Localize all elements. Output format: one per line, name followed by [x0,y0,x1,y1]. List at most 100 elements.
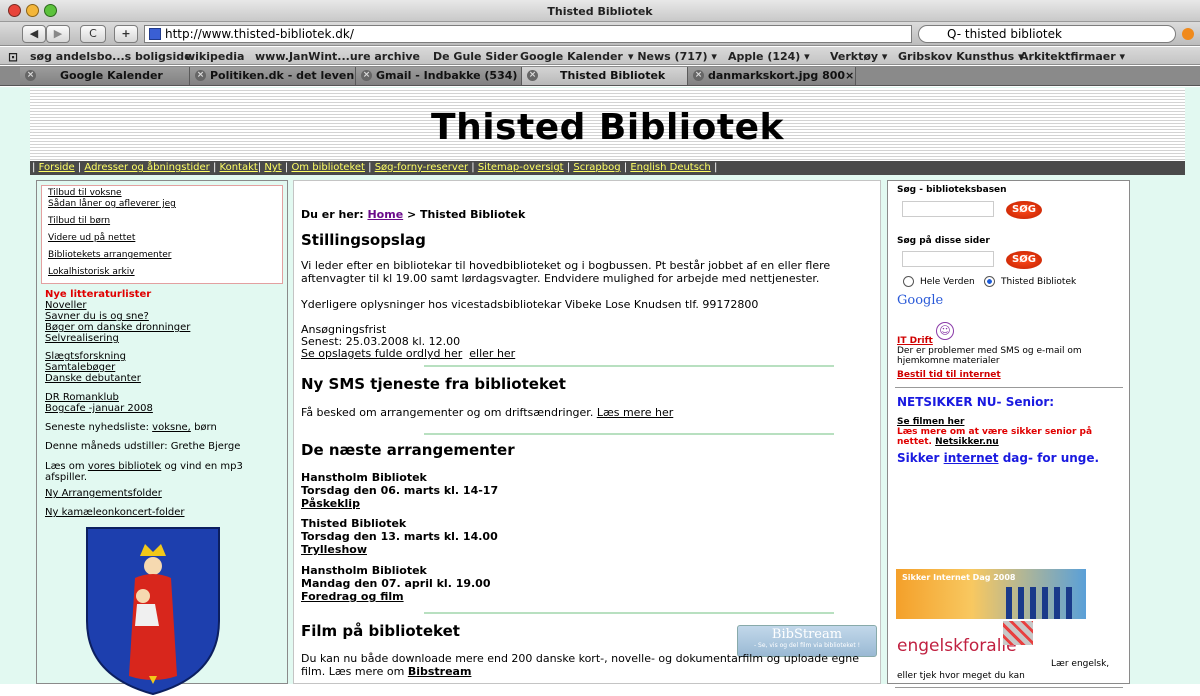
tab-bar: × Google Kalender × Politiken.dk - det lev… [0,66,1200,86]
book-icon[interactable]: ⊡ [8,50,18,64]
close-tab-icon[interactable]: × [195,70,206,81]
event-link[interactable]: Foredrag og film [301,590,404,603]
left-menu-item[interactable]: Sådan låner og afleverer jeg [48,199,282,210]
address-url: http://www.thisted-bibliotek.dk/ [165,27,354,41]
bookmark-item[interactable]: Arkitektfirmaer ▾ [1020,50,1125,63]
cubes-icon [1003,621,1033,645]
left-menu-item[interactable]: Tilbud til børn [48,216,282,227]
address-bar[interactable]: http://www.thisted-bibliotek.dk/ [144,25,912,43]
site-search-button[interactable]: SØG [1006,251,1042,269]
bookmark-item[interactable]: ▾ News (717) ▾ [628,50,717,63]
sms-heading: Ny SMS tjeneste fra biblioteket [301,375,566,393]
radio-thisted[interactable] [984,276,995,287]
bookmark-item[interactable]: Gribskov Kunsthus ▾ [898,50,1024,63]
literature-link[interactable]: Noveller [45,300,190,311]
sms-read-more-link[interactable]: Læs mere her [597,406,673,419]
literature-link[interactable]: DR Romanklub [45,392,153,403]
event-link[interactable]: Trylleshow [301,543,367,556]
nav-adresser[interactable]: Adresser og åbningstider [84,162,209,173]
our-library-link[interactable]: vores bibliotek [88,461,161,472]
left-menu-item[interactable]: Tilbud til voksne [48,188,282,199]
literature-link[interactable]: Slægtsforskning [45,351,141,362]
it-drift-text: Der er problemer med SMS og e-mail om hj… [897,346,1082,366]
left-menu-item[interactable]: Videre ud på nettet [48,233,282,244]
bookmark-item[interactable]: Verktøy ▾ [830,50,887,63]
events-heading: De næste arrangementer [301,441,515,459]
nav-kontakt[interactable]: Kontakt [220,162,258,173]
radio-whole-web-label: Hele Verden [920,277,975,287]
netsikker-link[interactable]: Netsikker.nu [935,437,999,447]
nav-nyt[interactable]: Nyt [264,162,281,173]
nav-sitemap[interactable]: Sitemap-oversigt [478,162,564,173]
browser-search-input[interactable]: Q- thisted bibliotek [918,25,1176,43]
literature-link[interactable]: Samtalebøger [45,362,141,373]
divider [424,433,834,435]
reload-button[interactable]: C [80,25,106,43]
bookmark-item[interactable]: Google Kalender [520,50,623,63]
close-tab-icon[interactable]: × [361,70,372,81]
left-menu-item[interactable]: Bibliotekets arrangementer [48,250,282,261]
tab-politiken[interactable]: × Politiken.dk - det leven... [190,67,356,85]
site-search-input[interactable] [902,251,994,267]
back-button[interactable]: ◀ [22,25,46,43]
engelskforalle-logo[interactable]: engelskforalle [897,636,1017,656]
left-menu-item[interactable]: Lokalhistorisk arkiv [48,267,282,278]
site-banner: Thisted Bibliotek [30,88,1185,161]
nav-scrapbog[interactable]: Scrapbog [573,162,620,173]
literature-link[interactable]: Bogcafe -januar 2008 [45,403,153,414]
nav-sog[interactable]: Søg-forny-reserver [375,162,468,173]
site-search-label: Søg på disse sider [897,236,990,246]
bookmark-item[interactable]: søg andelsbo...s boligside [30,50,192,63]
google-logo: Google [897,293,944,308]
bookmark-item[interactable]: Apple (124) ▾ [728,50,810,63]
film-text: Du kan nu både downloade mere end 200 da… [301,652,860,678]
event-link[interactable]: Påskeklip [301,497,360,510]
bibstream-link[interactable]: Bibstream [408,665,472,678]
internet-link[interactable]: internet [944,451,999,465]
close-tab-icon[interactable]: × [693,70,704,81]
browser-toolbar: ◀ ▶ C + http://www.thisted-bibliotek.dk/… [0,22,1200,46]
forward-button[interactable]: ▶ [46,25,70,43]
artist-line: Denne måneds udstiller: Grethe Bjerge [45,441,241,452]
catalog-search-input[interactable] [902,201,994,217]
catalog-search-button[interactable]: SØG [1006,201,1042,219]
literature-link[interactable]: Bøger om danske dronninger [45,322,190,333]
bibstream-subtitle: - Se, vis og del film via biblioteket ! [753,642,861,649]
event-item: Hanstholm Bibliotek Mandag den 07. april… [301,564,491,603]
literature-link[interactable]: Selvrealisering [45,333,190,344]
engelsk-text-2: eller tjek hvor meget du kan [897,671,1025,681]
snapback-icon[interactable] [1182,28,1194,40]
bookmark-item[interactable]: www.JanWint...ure archive [255,50,420,63]
arrangement-folder-link[interactable]: Ny Arrangementsfolder [45,488,162,499]
radio-thisted-label: Thisted Bibliotek [1001,277,1077,287]
bookmark-item[interactable]: wikipedia [185,50,244,63]
nav-forside[interactable]: Forside [39,162,75,173]
news-voksne-link[interactable]: voksne, [152,422,191,433]
it-drift-link[interactable]: IT Drift [897,336,933,346]
add-bookmark-button[interactable]: + [114,25,138,43]
bookmark-item[interactable]: De Gule Sider [433,50,518,63]
nav-language[interactable]: English Deutsch [630,162,710,173]
see-film-link[interactable]: Se filmen her [897,417,964,427]
job-full-text-link[interactable]: Se opslagets fulde ordlyd her [301,347,462,360]
close-tab-icon[interactable]: × [527,70,538,81]
tab-gmail[interactable]: × Gmail - Indbakke (534) [356,67,522,85]
breadcrumb-home-link[interactable]: Home [367,208,403,221]
contest-line: Læs om vores bibliotek og vind en mp3 af… [45,461,243,483]
sid-banner-text: Sikker Internet Dag 2008 [902,573,1016,582]
tab-google-kalender[interactable]: × Google Kalender [20,67,190,85]
site-title: Thisted Bibliotek [431,107,784,148]
window-titlebar: Thisted Bibliotek [0,0,1200,22]
job-heading: Stillingsopslag [301,231,426,249]
job-alt-link[interactable]: eller her [469,347,515,360]
radio-whole-web[interactable] [903,276,914,287]
book-internet-link[interactable]: Bestil tid til internet [897,370,1001,380]
nav-om[interactable]: Om biblioteket [291,162,365,173]
literature-link[interactable]: Savner du is og sne? [45,311,190,322]
tab-danmarkskort[interactable]: × danmarkskort.jpg 800×... [688,67,856,85]
literature-link[interactable]: Danske debutanter [45,373,141,384]
safer-internet-day-banner[interactable]: Sikker Internet Dag 2008 [896,569,1086,619]
kamaeleon-folder-link[interactable]: Ny kamæleonkoncert-folder [45,507,184,518]
tab-thisted-bibliotek[interactable]: × Thisted Bibliotek [522,67,688,85]
close-tab-icon[interactable]: × [25,70,36,81]
